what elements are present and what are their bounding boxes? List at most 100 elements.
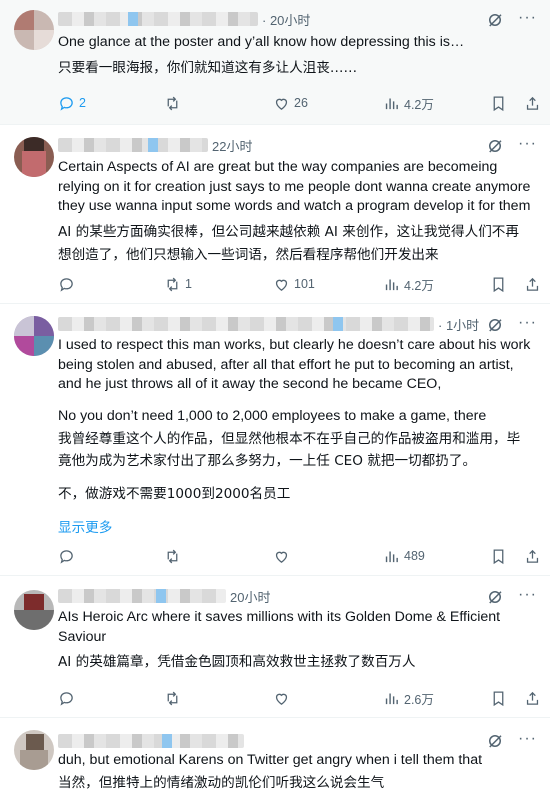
timestamp[interactable]: 20小时 [230,587,270,606]
views-button[interactable]: 489 [383,546,425,566]
reply-icon [60,96,73,111]
post-text-line: No you don’t need 1,000 to 2,000 employe… [58,407,487,424]
post-0[interactable]: · 20小时 ··· One glance at the poster and … [0,0,550,125]
more-icon[interactable]: ··· [518,10,536,29]
views-chart-icon [385,98,398,109]
like-button[interactable]: 101 [273,274,315,294]
post-text: duh, but emotional Karens on Twitter get… [58,751,540,793]
post-actions: 489 [58,546,541,566]
bookmark-button[interactable] [490,93,507,113]
grok-icon[interactable] [486,11,504,29]
post-text-translation: 竟他为成为艺术家付出了那么多努力，一上任 CEO 就把一切都扔了。 [58,452,477,469]
heart-icon [275,98,288,110]
post-text-line: I used to respect this man works, but cl… [58,337,531,353]
bookmark-icon [493,690,504,706]
post-text-line: One glance at the poster and y’all know … [58,34,465,50]
grok-icon[interactable] [486,316,504,334]
like-button[interactable]: 26 [273,93,308,113]
post-text-spacer [58,471,540,485]
username-blurred[interactable] [58,589,226,603]
reply-button[interactable]: 2 [58,93,86,113]
bookmark-button[interactable] [490,274,507,294]
avatar[interactable] [14,316,54,356]
post-text-translation: 当然，但推特上的情绪激动的凯伦们听我这么说会生气 [58,774,385,791]
retweet-button[interactable] [164,546,185,566]
avatar[interactable] [14,10,54,50]
grok-icon[interactable] [486,588,504,606]
username-blurred[interactable] [58,734,244,748]
post-text-line: Saviour [58,628,107,645]
grok-icon[interactable] [486,732,504,750]
more-icon[interactable]: ··· [518,587,536,606]
bookmark-button[interactable] [490,546,507,566]
like-button[interactable] [273,688,294,708]
post-text-spacer [58,395,540,407]
share-icon [526,549,539,563]
views-button[interactable]: 4.2万 [383,93,434,113]
post-text-translation: AI 的英雄篇章，凭借金色圆顶和高效救世主拯救了数百万人 [58,654,416,670]
avatar[interactable] [14,730,54,770]
reply-button[interactable] [58,688,79,708]
heart-icon [275,551,288,563]
share-icon [526,691,539,705]
show-more-link[interactable]: 显示更多 [58,516,112,536]
more-icon[interactable]: ··· [518,136,536,155]
views-count: 4.2万 [404,278,434,293]
post-header: 22小时 [58,135,252,155]
reply-button[interactable] [58,546,79,566]
timestamp[interactable]: · 20小时 [262,10,310,29]
more-icon[interactable]: ··· [518,315,536,334]
post-4[interactable]: ··· duh, but emotional Karens on Twitter… [0,718,550,796]
retweet-button[interactable]: 1 [164,274,192,294]
like-button[interactable] [273,546,294,566]
views-button[interactable]: 4.2万 [383,274,434,294]
avatar[interactable] [14,137,54,177]
reply-count: 2 [79,96,86,110]
post-text-translation: 不，做游戏不需要1000到2000名员工 [58,486,291,502]
post-actions: 2 26 4.2万 [58,93,541,113]
post-header: · 20小时 [58,9,310,29]
more-icon[interactable]: ··· [518,731,536,750]
views-chart-icon [385,551,398,562]
bookmark-icon [493,548,504,564]
timeline-feed: · 20小时 ··· One glance at the poster and … [0,0,550,796]
post-text-line: relying on it for creation just says to … [58,178,531,195]
post-1[interactable]: 22小时 ··· Certain Aspects of AI are great… [0,125,550,304]
share-button[interactable] [524,688,541,708]
bookmark-button[interactable] [490,688,507,708]
reply-button[interactable] [58,274,79,294]
post-text-line: Certain Aspects of AI are great but the … [58,159,498,175]
username-blurred[interactable] [58,12,258,26]
post-text-translation: 只要看一眼海报，你们就知道这有多让人沮丧…… [58,59,358,76]
post-text-line: AIs Heroic Arc where it saves millions w… [58,609,501,625]
reply-icon [60,549,73,564]
post-text-line: they use wanna input some words and watc… [58,198,531,214]
retweet-icon [167,549,178,563]
share-button[interactable] [524,274,541,294]
post-actions: 2.6万 [58,688,541,708]
share-button[interactable] [524,546,541,566]
reply-icon [60,277,73,292]
like-count: 101 [294,277,315,291]
views-button[interactable]: 2.6万 [383,688,434,708]
avatar[interactable] [14,590,54,630]
views-count: 2.6万 [404,692,434,707]
views-count: 4.2万 [404,97,434,112]
post-3[interactable]: 20小时 ··· AIs Heroic Arc where it saves m… [0,576,550,718]
grok-icon[interactable] [486,137,504,155]
share-icon [526,96,539,110]
username-blurred[interactable] [58,138,208,152]
post-2[interactable]: · 1小时 ··· I used to respect this man wor… [0,304,550,576]
post-header [58,731,248,751]
post-header: · 1小时 [58,314,479,334]
retweet-button[interactable] [164,688,185,708]
timestamp[interactable]: 22小时 [212,136,252,155]
post-header: 20小时 [58,586,270,606]
username-blurred[interactable] [58,317,434,331]
retweet-button[interactable] [164,93,185,113]
timestamp[interactable]: · 1小时 [438,315,479,334]
bookmark-icon [493,276,504,292]
bookmark-icon [493,95,504,111]
share-button[interactable] [524,93,541,113]
post-text: Certain Aspects of AI are great but the … [58,158,540,266]
